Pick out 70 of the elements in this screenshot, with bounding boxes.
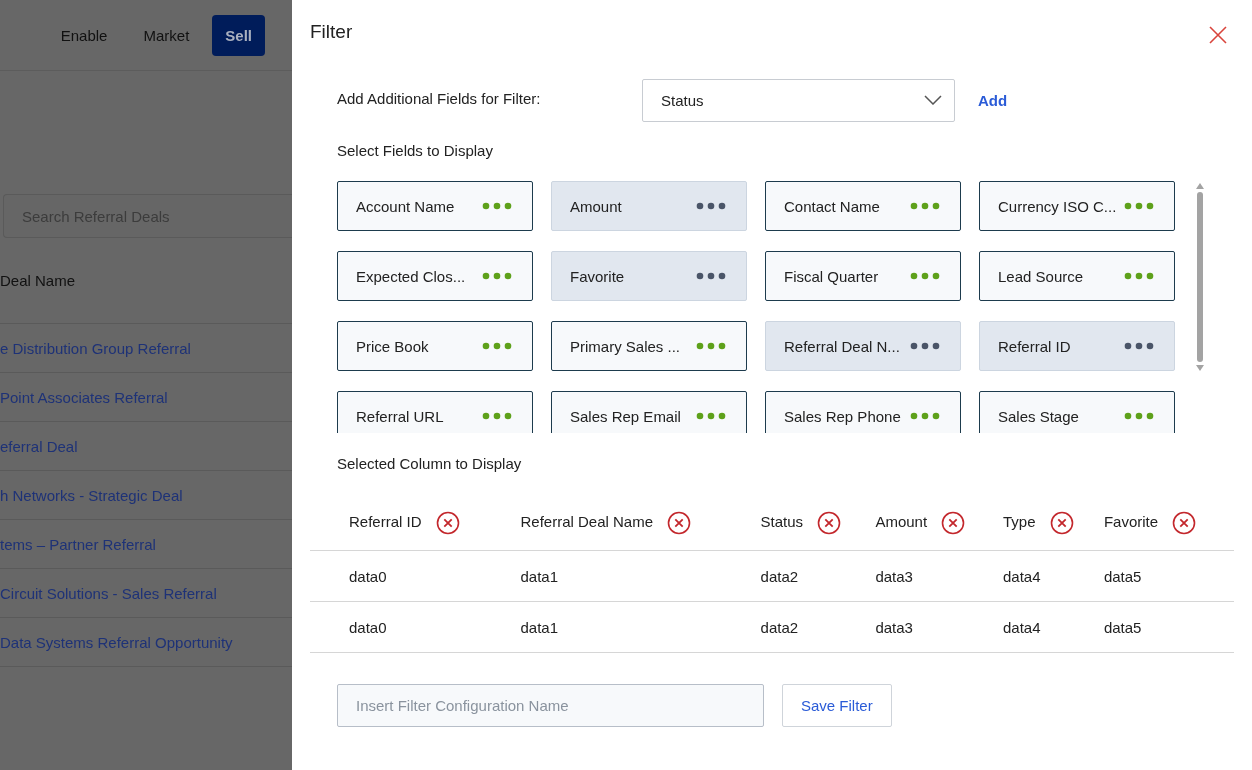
more-icon[interactable]	[910, 272, 940, 280]
table-cell: data3	[875, 567, 913, 585]
nav-tab[interactable]: Sell	[212, 14, 265, 56]
more-icon[interactable]	[482, 272, 512, 280]
field-chip[interactable]: Favorite	[551, 251, 747, 301]
field-chip[interactable]: Fiscal Quarter	[765, 251, 961, 301]
more-icon[interactable]	[482, 342, 512, 350]
field-chip[interactable]: Price Book	[337, 321, 533, 371]
section-heading: Select Fields to Display	[336, 142, 494, 159]
column-header: Amount	[875, 512, 928, 530]
more-icon[interactable]	[482, 412, 512, 420]
field-chip[interactable]: Contact Name	[765, 181, 961, 231]
field-chip[interactable]: Sales Rep Phone	[765, 391, 961, 433]
table-cell: data2	[760, 567, 799, 585]
table-cell: data1	[520, 618, 558, 636]
remove-icon[interactable]	[817, 510, 842, 535]
filter-name-field[interactable]: Insert Filter Configuration Name	[337, 684, 764, 727]
table-cell: data4	[1002, 567, 1041, 585]
column-header: Referral ID	[349, 512, 422, 530]
more-icon[interactable]	[696, 412, 726, 420]
table-cell: data2	[760, 618, 799, 636]
remove-icon[interactable]	[1172, 510, 1197, 535]
remove-icon[interactable]	[667, 510, 691, 535]
chevron-down-icon	[924, 95, 942, 105]
table-cell: data0	[349, 618, 387, 636]
remove-icon[interactable]	[1049, 510, 1074, 535]
remove-icon[interactable]	[435, 510, 460, 535]
column-header: Status	[760, 512, 804, 530]
field-chip[interactable]: Sales Rep Email	[551, 391, 747, 433]
field-dropdown[interactable]: Status	[642, 78, 955, 122]
column-header: Deal Name	[0, 272, 76, 289]
more-icon[interactable]	[696, 202, 726, 210]
field-chip[interactable]: Expected Clos...	[337, 251, 533, 301]
more-icon[interactable]	[1124, 342, 1154, 350]
more-icon[interactable]	[1124, 412, 1154, 420]
table-cell: data5	[1103, 567, 1142, 585]
section-heading: Selected Column to Display	[336, 455, 523, 472]
field-chip[interactable]: Referral Deal N...	[765, 321, 961, 371]
scroll-up-icon[interactable]	[1196, 183, 1204, 189]
more-icon[interactable]	[696, 272, 726, 280]
column-header: Type	[1002, 512, 1036, 530]
field-chip[interactable]: Sales Stage	[979, 391, 1175, 433]
column-header: Referral Deal Name	[520, 512, 653, 530]
table-cell: data3	[875, 618, 913, 636]
more-icon[interactable]	[910, 412, 940, 420]
table-cell: data1	[520, 567, 558, 585]
add-link[interactable]: Add	[978, 91, 1008, 109]
more-icon[interactable]	[696, 342, 726, 350]
close-icon[interactable]	[1209, 26, 1227, 44]
field-chip[interactable]: Primary Sales ...	[551, 321, 747, 371]
more-icon[interactable]	[910, 202, 940, 210]
field-chip[interactable]: Referral ID	[979, 321, 1175, 371]
scroll-down-icon[interactable]	[1196, 365, 1204, 371]
field-chip[interactable]: Amount	[551, 181, 747, 231]
table-cell: data4	[1002, 618, 1041, 636]
more-icon[interactable]	[910, 342, 940, 350]
table-cell: data5	[1103, 618, 1142, 636]
field-chip[interactable]: Currency ISO C...	[979, 181, 1175, 231]
field-chip[interactable]: Referral URL	[337, 391, 533, 433]
drawer-title: Filter	[310, 21, 353, 43]
field-chip[interactable]: Lead Source	[979, 251, 1175, 301]
field-label: Add Additional Fields for Filter:	[337, 89, 542, 107]
field-chip[interactable]: Account Name	[337, 181, 533, 231]
more-icon[interactable]	[1124, 202, 1154, 210]
save-filter-button[interactable]: Save Filter	[782, 684, 892, 727]
column-header: Favorite	[1103, 512, 1159, 530]
remove-icon[interactable]	[941, 510, 966, 535]
table-cell: data0	[349, 567, 387, 585]
more-icon[interactable]	[482, 202, 512, 210]
more-icon[interactable]	[1124, 272, 1154, 280]
